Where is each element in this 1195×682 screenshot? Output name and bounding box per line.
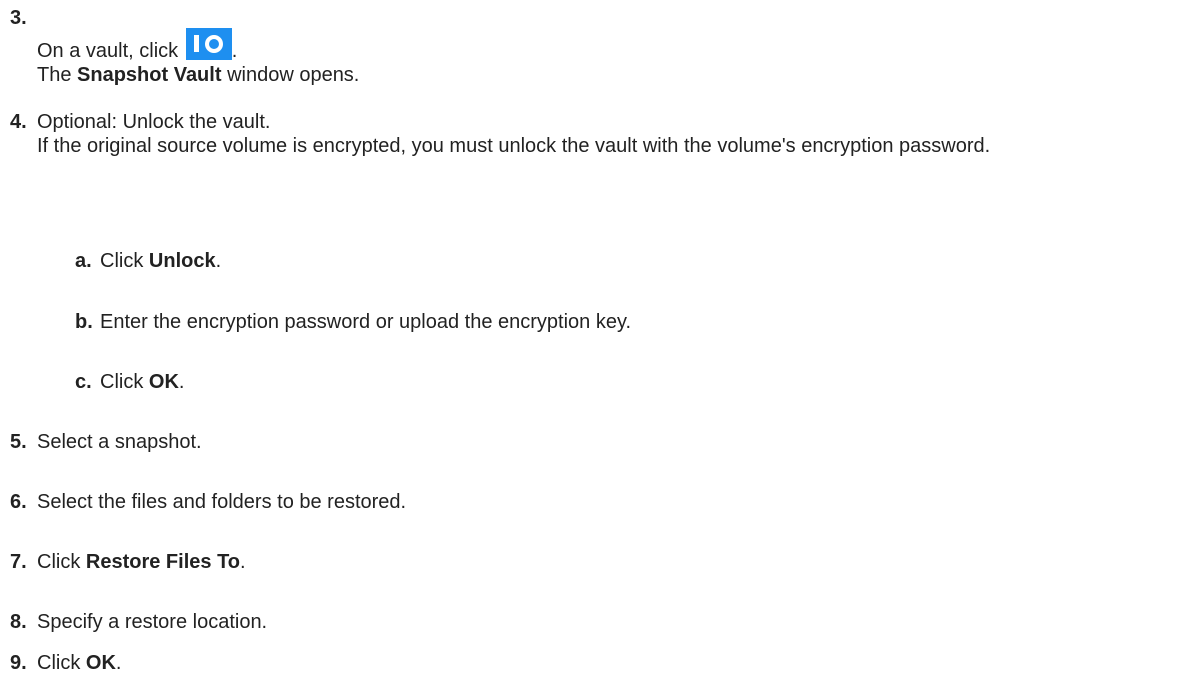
- step-line: Optional: Unlock the vault.: [37, 111, 271, 133]
- step-text: Optional: Unlock the vault. If the origi…: [37, 110, 1189, 158]
- step-text: Specify a restore location.: [37, 611, 268, 633]
- substep-text: Click OK.: [100, 371, 185, 393]
- step-text-pre: On a vault, click: [37, 40, 179, 62]
- step-description: If the original source volume is encrypt…: [37, 135, 991, 157]
- step-text: Select the files and folders to be resto…: [37, 491, 407, 513]
- substep-text: Click Unlock.: [100, 250, 222, 272]
- substep-letter: a.: [75, 250, 92, 272]
- step-number: 4.: [10, 111, 27, 133]
- step-number: 9.: [10, 652, 27, 674]
- substep-letter: c.: [75, 371, 92, 393]
- step-number: 3.: [10, 7, 27, 29]
- step-number: 6.: [10, 491, 27, 513]
- step-result: The Snapshot Vault window opens.: [37, 64, 360, 86]
- step-text: Select a snapshot.: [37, 431, 202, 453]
- step-text: On a vault, click . The Snapshot Vault w…: [37, 28, 1189, 87]
- step-number: 8.: [10, 611, 27, 633]
- step-number: 5.: [10, 431, 27, 453]
- vault-open-icon: [185, 28, 232, 60]
- ui-label-snapshot-vault: Snapshot Vault: [77, 64, 222, 86]
- step-line: On a vault, click .: [37, 28, 1189, 63]
- step-text: Click Restore Files To.: [37, 551, 246, 573]
- substep-text: Enter the encryption password or upload …: [100, 311, 632, 333]
- step-text-post: .: [231, 40, 238, 62]
- ui-label-ok: OK: [85, 652, 116, 674]
- step-number: 7.: [10, 551, 27, 573]
- ui-label-restore-files-to: Restore Files To: [85, 551, 241, 573]
- substep-letter: b.: [75, 311, 93, 333]
- step-text: Click OK.: [37, 652, 122, 674]
- ui-label-ok: OK: [148, 371, 179, 393]
- ui-label-unlock: Unlock: [148, 250, 216, 272]
